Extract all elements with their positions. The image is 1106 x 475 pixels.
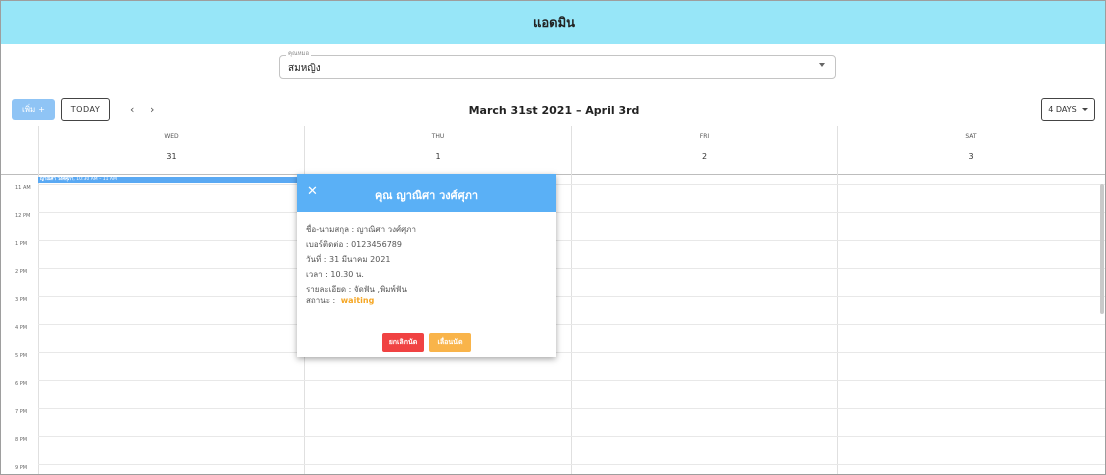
hour-line [38,184,1105,185]
detail-phone: เบอร์ติดต่อ : 0123456789 [306,240,402,249]
hour-line [38,408,1105,409]
popup-details: ชื่อ-นามสกุล : ญาณิศา วงศ์ศุภา เบอร์ติดต… [306,223,416,306]
cancel-button-label: ยกเลิกนัด [388,338,418,346]
doctor-select-legend: คุณหมอ [286,50,312,58]
chevron-down-icon [819,63,825,67]
hour-line [38,436,1105,437]
view-select-button[interactable]: 4 DAYS [1041,98,1095,121]
day-header-thu[interactable]: THU 1 [304,126,571,174]
cancel-appointment-button[interactable]: ยกเลิกนัด [382,333,424,352]
hour-label: 3 PM [15,297,28,303]
popup-header: ✕ คุณ ญาณิศา วงศ์ศุภา [297,174,556,212]
status-badge: waiting [340,296,375,305]
day-header-wed[interactable]: WED 31 [38,126,304,174]
hour-label: 4 PM [15,325,28,331]
hour-line [38,268,1105,269]
doctor-select[interactable]: คุณหมอ สมหญิง [279,50,836,79]
day-of-week: WED [164,133,179,140]
date-range-title: March 31st 2021 – April 3rd [468,104,640,117]
appointment-event[interactable]: ญาณิศา วงศ์ศุภา, 10:30 AM – 11 AM [38,177,304,183]
day-of-week: THU [431,133,445,140]
detail-date: วันที่ : 31 มีนาคม 2021 [306,255,391,264]
app-frame: แอดมิน คุณหมอ สมหญิง เพิ่ม + TODAY ‹ › M… [0,0,1106,475]
postpone-appointment-button[interactable]: เลื่อนนัด [429,333,471,352]
status-label: สถานะ : [306,296,336,305]
hour-label: 7 PM [15,409,28,415]
hour-label: 12 PM [15,213,31,219]
app-header: แอดมิน [1,1,1105,44]
caret-down-icon [1081,108,1088,111]
detail-time: เวลา : 10.30 น. [306,270,364,279]
day-header-sat[interactable]: SAT 3 [837,126,1104,174]
hour-label: 11 AM [15,185,31,191]
hour-line [38,324,1105,325]
day-number: 2 [701,152,708,161]
hour-label: 8 PM [15,437,28,443]
day-of-week: SAT [965,133,977,140]
hour-line [38,380,1105,381]
appointment-popup: ✕ คุณ ญาณิศา วงศ์ศุภา ชื่อ-นามสกุล : ญาณ… [297,174,556,357]
view-select-label: 4 DAYS [1048,105,1077,114]
calendar-scrollbar[interactable] [1100,184,1104,314]
hour-label: 9 PM [15,465,28,471]
day-number: 31 [166,152,177,161]
popup-title: คุณ ญาณิศา วงศ์ศุภา [374,189,479,202]
page-title: แอดมิน [532,16,576,31]
hour-line [38,352,1105,353]
hour-label: 5 PM [15,353,28,359]
hour-line [38,296,1105,297]
detail-status: สถานะ : waiting [306,296,416,306]
event-time: 10:30 AM – 11 AM [76,177,117,182]
day-of-week: FRI [699,133,710,140]
postpone-button-label: เลื่อนนัด [437,338,463,346]
hour-label: 2 PM [15,269,28,275]
hour-line [38,464,1105,465]
day-header-fri[interactable]: FRI 2 [571,126,837,174]
doctor-select-value: สมหญิง [288,63,321,74]
hour-label: 1 PM [15,241,28,247]
hour-line [38,240,1105,241]
day-number: 1 [435,152,441,161]
hour-label: 6 PM [15,381,28,387]
event-name: ญาณิศา วงศ์ศุภา [40,177,74,182]
detail-name: ชื่อ-นามสกุล : ญาณิศา วงศ์ศุภา [306,225,416,234]
day-number: 3 [968,152,974,161]
hour-line [38,212,1105,213]
